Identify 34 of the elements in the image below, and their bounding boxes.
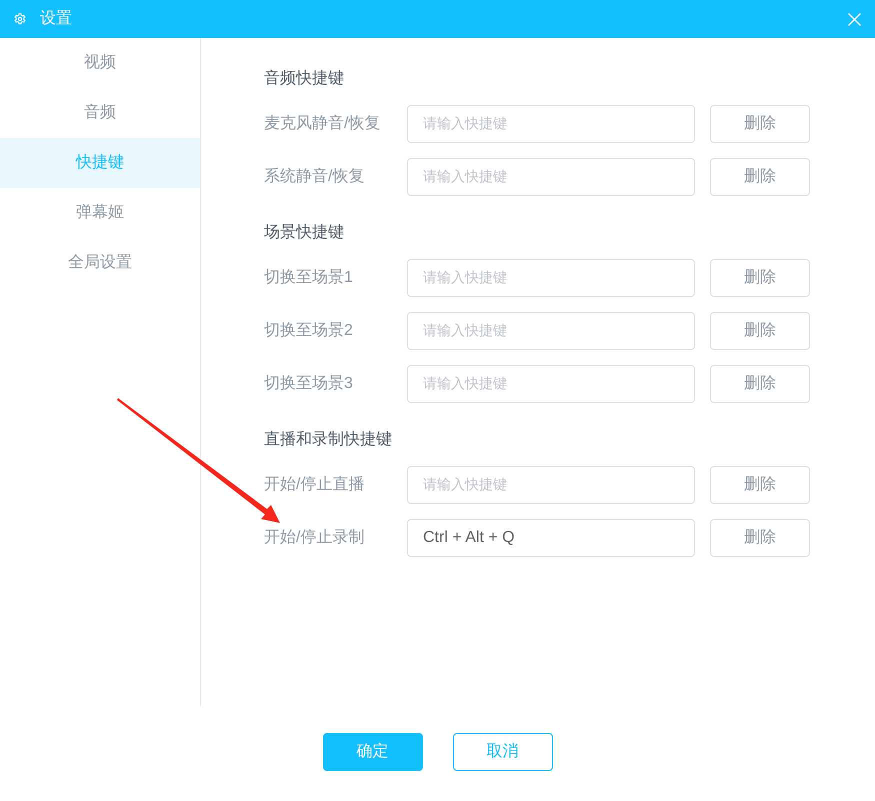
shortcut-field[interactable]: Ctrl + Alt + Q [407,519,695,557]
settings-icon [14,13,26,25]
section-heading: 音频快捷键 [264,68,344,89]
sidebar-item[interactable]: 弹幕姬 [0,188,200,238]
shortcut-label: 切换至场景2 [264,320,354,341]
shortcut-label: 切换至场景1 [264,268,354,288]
shortcut-field[interactable]: 请输入快捷键 [407,466,695,504]
sidebar-item[interactable]: 视频 [0,38,200,88]
confirm-button[interactable]: 确定 [322,733,422,771]
sidebar-item[interactable]: 快捷键 [0,138,200,188]
delete-button[interactable]: 删除 [710,466,810,504]
shortcut-label: 开始/停止直播 [264,474,366,495]
cancel-button[interactable]: 取消 [452,733,552,771]
window-title: 设置 [40,9,72,29]
shortcut-label: 开始/停止录制 [264,528,366,548]
shortcut-label: 系统静音/恢复 [264,166,366,187]
delete-button[interactable]: 删除 [710,312,810,350]
close-icon [848,12,860,26]
delete-button[interactable]: 删除 [710,519,810,557]
delete-button[interactable]: 删除 [710,259,810,297]
shortcut-label: 切换至场景3 [264,374,354,394]
shortcut-field[interactable]: 请输入快捷键 [407,259,695,297]
sidebar-item[interactable]: 音频 [0,88,200,138]
delete-button[interactable]: 删除 [710,365,810,403]
section-heading: 直播和录制快捷键 [264,430,392,450]
sidebar-item[interactable]: 全局设置 [0,238,200,288]
shortcut-field[interactable]: 请输入快捷键 [407,158,695,196]
shortcut-label: 麦克风静音/恢复 [264,114,382,134]
shortcut-field[interactable]: 请输入快捷键 [407,312,695,350]
delete-button[interactable]: 删除 [710,158,810,196]
section-heading: 场景快捷键 [264,222,344,243]
shortcut-field[interactable]: 请输入快捷键 [407,365,695,403]
shortcut-field[interactable]: 请输入快捷键 [407,105,695,143]
delete-button[interactable]: 删除 [710,105,810,143]
